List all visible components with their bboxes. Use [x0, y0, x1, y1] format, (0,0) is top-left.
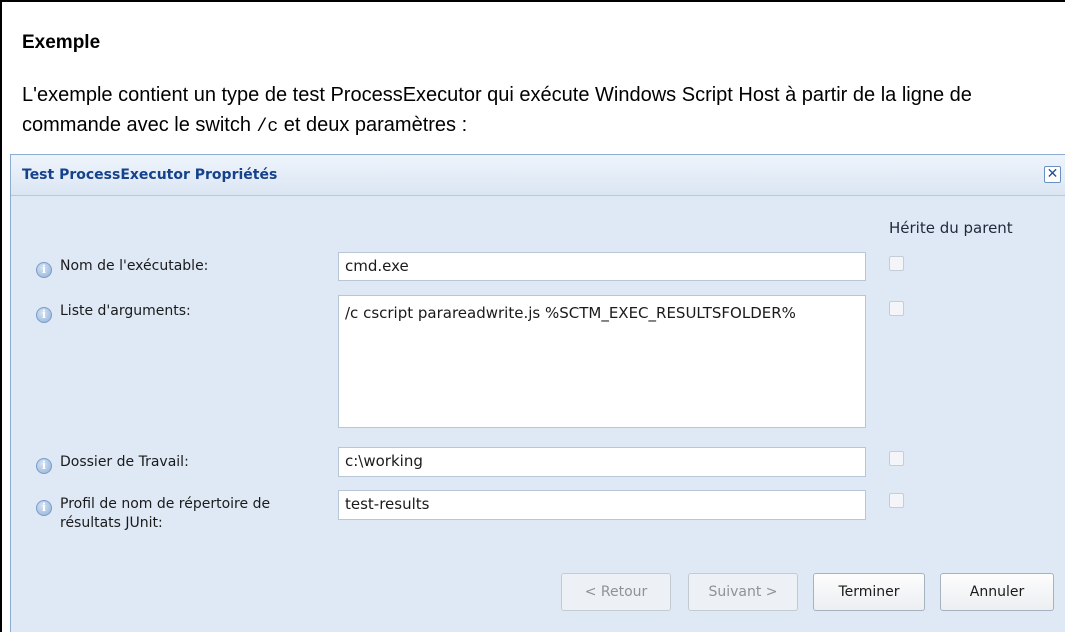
working-folder-inherit-checkbox[interactable]	[889, 451, 904, 466]
info-icon[interactable]: i	[36, 458, 52, 474]
info-icon[interactable]: i	[36, 500, 52, 516]
arguments-label-text: Liste d'arguments:	[60, 303, 191, 319]
info-icon[interactable]: i	[36, 262, 52, 278]
executable-name-label-text: Nom de l'exécutable:	[60, 258, 209, 274]
executable-name-label: i Nom de l'exécutable:	[36, 257, 208, 278]
close-icon[interactable]: ✕	[1044, 166, 1061, 183]
junit-results-label-line1: Profil de nom de répertoire de	[60, 496, 271, 512]
junit-results-label-text: Profil de nom de répertoire de résultats …	[60, 495, 270, 533]
working-folder-label-text: Dossier de Travail:	[60, 454, 189, 470]
executable-inherit-checkbox[interactable]	[889, 256, 904, 271]
arguments-textarea[interactable]: /c cscript parareadwrite.js %SCTM_EXEC_R…	[338, 295, 866, 428]
finish-button[interactable]: Terminer	[813, 573, 925, 611]
switch-code: /c	[256, 117, 279, 137]
doc-heading: Exemple	[22, 32, 101, 53]
properties-dialog: Test ProcessExecutor Propriétés ✕ Hérite…	[10, 154, 1065, 632]
working-folder-field[interactable]: c:\working	[338, 447, 866, 477]
dialog-title: Test ProcessExecutor Propriétés	[22, 167, 278, 183]
next-button[interactable]: Suivant >	[688, 573, 798, 611]
arguments-label: i Liste d'arguments:	[36, 302, 191, 323]
back-button[interactable]: < Retour	[561, 573, 671, 611]
dialog-titlebar: Test ProcessExecutor Propriétés ✕	[11, 155, 1065, 196]
info-icon[interactable]: i	[36, 307, 52, 323]
doc-paragraph: L'exemple contient un type de test Proce…	[22, 80, 1057, 142]
arguments-inherit-checkbox[interactable]	[889, 301, 904, 316]
junit-results-label: i Profil de nom de répertoire de résultats…	[36, 495, 270, 533]
executable-name-field[interactable]: cmd.exe	[338, 252, 866, 281]
junit-results-label-line2: résultats JUnit:	[60, 515, 163, 531]
working-folder-label: i Dossier de Travail:	[36, 453, 189, 474]
junit-results-field[interactable]: test-results	[338, 490, 866, 520]
junit-results-inherit-checkbox[interactable]	[889, 493, 904, 508]
doc-paragraph-end: et deux paramètres :	[278, 114, 468, 136]
cancel-button[interactable]: Annuler	[940, 573, 1054, 611]
inherit-column-header: Hérite du parent	[889, 219, 1013, 237]
doc-paragraph-text: L'exemple contient un type de test Proce…	[22, 84, 972, 136]
